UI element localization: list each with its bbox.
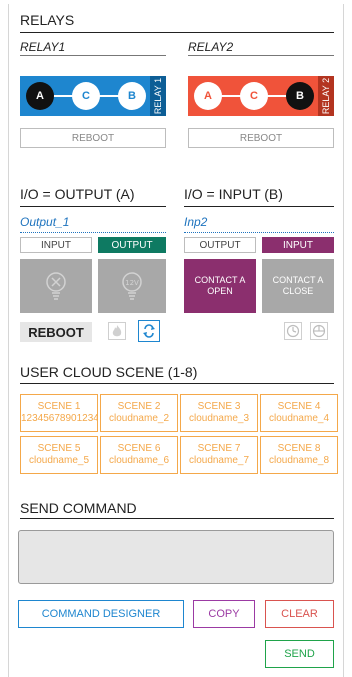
scene-5-name: cloudname_5 — [28, 455, 90, 466]
relays-divider — [20, 32, 334, 33]
relay1-name: RELAY1 — [20, 40, 66, 54]
contact-a-close-tile[interactable]: CONTACT A CLOSE — [262, 259, 334, 313]
input-name: Inp2 — [184, 215, 208, 229]
contact-a-close-line2: CLOSE — [282, 286, 314, 296]
relay1-diagram[interactable]: A C B RELAY 1 — [20, 76, 166, 116]
relay1-terminal-b: B — [118, 82, 146, 110]
input-name-underline — [184, 232, 334, 233]
relay2-terminal-a: A — [194, 82, 222, 110]
scene-1-name: 123456789012345 — [21, 413, 98, 424]
input-tab-output[interactable]: OUTPUT — [184, 237, 256, 253]
contact-a-open-tile[interactable]: CONTACT A OPEN — [184, 259, 256, 313]
clear-button[interactable]: CLEAR — [265, 600, 334, 628]
relay1-side-label: RELAY 1 — [150, 76, 166, 116]
output-name: Output_1 — [20, 215, 70, 229]
relays-title: RELAYS — [20, 12, 75, 28]
gauge-icon — [312, 324, 326, 338]
scene-1-button[interactable]: SCENE 1 123456789012345 — [20, 394, 98, 432]
relay1-terminal-c: C — [72, 82, 100, 110]
scene-5-label: SCENE 5 — [37, 443, 81, 454]
scene-8-name: cloudname_8 — [268, 455, 330, 466]
scene-5-button[interactable]: SCENE 5 cloudname_5 — [20, 436, 98, 474]
contact-a-open-line2: OPEN — [207, 286, 233, 296]
send-command-divider — [20, 518, 334, 519]
scene-2-name: cloudname_2 — [108, 413, 170, 424]
scene-2-button[interactable]: SCENE 2 cloudname_2 — [100, 394, 178, 432]
contact-a-open-line1: CONTACT A — [194, 275, 246, 285]
relay1-side-label-text: RELAY 1 — [153, 77, 164, 115]
io-output-title: I/O = OUTPUT (A) — [20, 186, 135, 202]
contact-a-close-line1: CONTACT A — [272, 275, 324, 285]
bulb-12v-icon: 12V — [122, 272, 142, 300]
scene-7-name: cloudname_7 — [188, 455, 250, 466]
scene-3-button[interactable]: SCENE 3 cloudname_3 — [180, 394, 258, 432]
scene-8-label: SCENE 8 — [277, 443, 321, 454]
output-name-underline — [20, 232, 166, 233]
relay1-terminal-a: A — [26, 82, 54, 110]
svg-text:12V: 12V — [125, 279, 139, 287]
relay2-side-label-text: RELAY 2 — [321, 77, 332, 115]
input-timer-button[interactable] — [284, 322, 302, 340]
swap-icon — [143, 324, 155, 338]
io-input-title: I/O = INPUT (B) — [184, 186, 283, 202]
flame-icon — [112, 325, 122, 337]
scene-3-name: cloudname_3 — [188, 413, 250, 424]
output-off-tile[interactable] — [20, 259, 92, 313]
scene-4-name: cloudname_4 — [268, 413, 330, 424]
bulb-off-icon — [46, 272, 66, 300]
relay2-terminal-b: B — [286, 82, 314, 110]
scene-1-label: SCENE 1 — [37, 401, 81, 412]
input-tab-input[interactable]: INPUT — [262, 237, 334, 253]
scene-2-label: SCENE 2 — [117, 401, 161, 412]
relay2-reboot-button[interactable]: REBOOT — [188, 128, 334, 148]
scene-4-button[interactable]: SCENE 4 cloudname_4 — [260, 394, 338, 432]
relay2-diagram[interactable]: A C B RELAY 2 — [188, 76, 334, 116]
send-button[interactable]: SEND — [265, 640, 334, 668]
relay1-name-underline — [20, 55, 166, 56]
output-tab-input[interactable]: INPUT — [20, 237, 92, 253]
io-output-divider — [20, 206, 166, 207]
cloud-scene-title: USER CLOUD SCENE (1-8) — [20, 364, 198, 380]
scene-6-name: cloudname_6 — [108, 455, 170, 466]
scene-6-label: SCENE 6 — [117, 443, 161, 454]
scene-7-label: SCENE 7 — [197, 443, 241, 454]
scene-8-button[interactable]: SCENE 8 cloudname_8 — [260, 436, 338, 474]
input-gauge-button[interactable] — [310, 322, 328, 340]
copy-button[interactable]: COPY — [193, 600, 255, 628]
output-swap-button[interactable] — [138, 320, 160, 342]
output-12v-tile[interactable]: 12V — [98, 259, 166, 313]
output-reboot-button[interactable]: REBOOT — [20, 322, 92, 342]
output-tab-output[interactable]: OUTPUT — [98, 237, 166, 253]
scene-7-button[interactable]: SCENE 7 cloudname_7 — [180, 436, 258, 474]
relay2-side-label: RELAY 2 — [318, 76, 334, 116]
io-input-divider — [184, 206, 334, 207]
relay2-name: RELAY2 — [188, 40, 234, 54]
output-flame-button[interactable] — [108, 322, 126, 340]
relay2-terminal-c: C — [240, 82, 268, 110]
scene-6-button[interactable]: SCENE 6 cloudname_6 — [100, 436, 178, 474]
timer-icon — [286, 324, 300, 338]
relay2-name-underline — [188, 55, 334, 56]
command-input[interactable] — [18, 530, 334, 584]
command-designer-button[interactable]: COMMAND DESIGNER — [18, 600, 184, 628]
send-command-title: SEND COMMAND — [20, 500, 137, 516]
relay1-reboot-button[interactable]: REBOOT — [20, 128, 166, 148]
scene-3-label: SCENE 3 — [197, 401, 241, 412]
cloud-scene-divider — [20, 383, 334, 384]
scene-4-label: SCENE 4 — [277, 401, 321, 412]
